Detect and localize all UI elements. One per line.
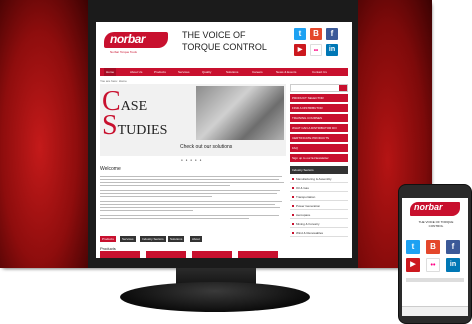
tab-products[interactable]: Products (100, 236, 116, 242)
find-distributor-button[interactable]: FIND A DISTRIBUTOR (290, 104, 348, 112)
product-tile[interactable] (192, 251, 232, 258)
product-selector-button[interactable]: PRODUCT SELECTOR (290, 94, 348, 102)
nav-news[interactable]: News & Events (276, 68, 296, 76)
tab-services[interactable]: Services (120, 236, 136, 242)
product-tile[interactable] (146, 251, 186, 258)
blogger-icon[interactable]: B (426, 240, 440, 254)
breadcrumb: You are here: Home (100, 79, 127, 83)
social-icons: t B f ▶ •• in (294, 28, 346, 58)
linkedin-icon[interactable]: in (446, 258, 460, 272)
twitter-icon[interactable]: t (294, 28, 306, 40)
blogger-icon[interactable]: B (310, 28, 322, 40)
youtube-icon[interactable]: ▶ (406, 258, 420, 272)
linkedin-icon[interactable]: in (326, 44, 338, 56)
phone-nav-bar[interactable] (402, 306, 468, 316)
nav-products[interactable]: Products (154, 68, 166, 76)
nav-careers[interactable]: Careers (252, 68, 263, 76)
tab-solutions[interactable]: Solutions (168, 236, 185, 242)
flickr-icon[interactable]: •• (310, 44, 322, 56)
industry-sectors-header: Industry Sectors (290, 166, 348, 174)
banner-photo (196, 86, 284, 140)
sector-link[interactable]: Oil & Gas (290, 184, 348, 192)
tab-industry[interactable]: Industry Sectors (140, 236, 166, 242)
hero-banner[interactable]: CASE STUDIES Check out our solutions (100, 84, 286, 156)
banner-case-title: CASE STUDIES (102, 86, 168, 141)
sector-link[interactable]: Wind & Renewables (290, 229, 348, 237)
main-nav: Home About Us Products Services Quality … (100, 68, 348, 76)
carousel-dots[interactable]: ● ● ● ● ● (181, 158, 202, 162)
distributor-info-button[interactable]: WHAT CAN A DISTRIBUTOR DO (290, 124, 348, 132)
content-tabs: Products Services Industry Sectors Solut… (100, 236, 286, 242)
product-tile[interactable] (100, 251, 140, 258)
twitter-icon[interactable]: t (406, 240, 420, 254)
faq-button[interactable]: FAQ (290, 144, 348, 152)
facebook-icon[interactable]: f (446, 240, 460, 254)
youtube-icon[interactable]: ▶ (294, 44, 306, 56)
website-desktop: norbar Norbar Torque Tools THE VOICE OF … (96, 22, 352, 258)
welcome-heading: Welcome (100, 166, 121, 172)
nav-services[interactable]: Services (178, 68, 190, 76)
sector-link[interactable]: Manufacturing & Assembly (290, 175, 348, 183)
search-input[interactable] (290, 84, 348, 92)
sidebar: PRODUCT SELECTOR FIND A DISTRIBUTOR TRAI… (290, 84, 348, 237)
nav-about[interactable]: About Us (130, 68, 142, 76)
flickr-icon[interactable]: •• (426, 258, 440, 272)
training-courses-button[interactable]: TRAINING COURSES (290, 114, 348, 122)
sector-link[interactable]: Power Generation (290, 202, 348, 210)
nav-quality[interactable]: Quality (202, 68, 211, 76)
product-tile[interactable] (238, 251, 278, 258)
nav-home[interactable]: Home (104, 68, 117, 76)
nav-contact[interactable]: Contact Us (312, 68, 327, 76)
certificate-products-button[interactable]: CERTIFICATE PRODUCTS (290, 134, 348, 142)
wallpaper-left (0, 0, 88, 268)
phone-tagline: THE VOICE OF TORQUE CONTROL (418, 220, 454, 228)
nav-solutions[interactable]: Solutions (226, 68, 238, 76)
tagline-line2: TORQUE CONTROL (182, 42, 267, 52)
banner-cta: Check out our solutions (180, 144, 233, 150)
welcome-text (100, 174, 286, 234)
sector-link[interactable]: Mining & Forestry (290, 220, 348, 228)
logo[interactable]: norbar Norbar Torque Tools (100, 28, 170, 58)
newsletter-button[interactable]: Sign up to our E-Newsletter (290, 154, 348, 162)
sector-link[interactable]: Aerospace (290, 211, 348, 219)
phone-screen: norbar THE VOICE OF TORQUE CONTROL t B f… (402, 198, 468, 316)
tagline-line1: THE VOICE OF (182, 30, 246, 40)
search-icon[interactable] (339, 85, 347, 91)
sector-link[interactable]: Transportation (290, 193, 348, 201)
tab-about[interactable]: About (190, 236, 202, 242)
phone-divider (406, 278, 464, 282)
monitor-stand-base (120, 282, 310, 312)
facebook-icon[interactable]: f (326, 28, 338, 40)
